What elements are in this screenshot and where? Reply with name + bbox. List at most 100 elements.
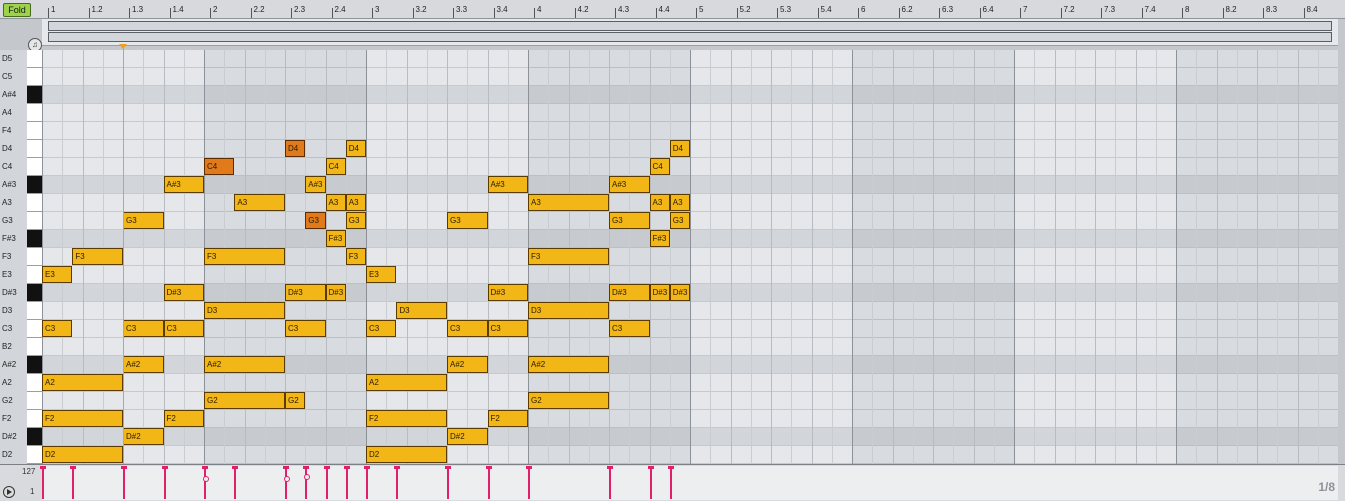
velocity-marker[interactable]	[396, 468, 399, 499]
midi-note[interactable]: G3	[123, 212, 164, 229]
loop-brace[interactable]	[48, 21, 1332, 31]
piano-key-a4[interactable]	[27, 104, 42, 122]
midi-note[interactable]: A3	[234, 194, 285, 211]
velocity-marker[interactable]	[528, 468, 530, 499]
velocity-marker[interactable]	[204, 468, 206, 499]
midi-note[interactable]: F#3	[325, 230, 346, 247]
velocity-handle[interactable]	[40, 466, 46, 469]
midi-note[interactable]: A2	[366, 374, 447, 391]
midi-note[interactable]: D#3	[649, 284, 670, 301]
midi-note[interactable]: C3	[123, 320, 164, 337]
midi-note[interactable]: G3	[305, 212, 326, 229]
midi-note[interactable]: D3	[396, 302, 447, 319]
note-grid[interactable]: D5 C5 A#4 A4 F4 D4 C4 A#3 A3 G3 F#3 F3 E3 D#3 D3 C3 B2 A#…	[0, 50, 1345, 464]
piano-key-dsharp2[interactable]	[27, 428, 42, 446]
piano-key-d2[interactable]	[27, 446, 42, 464]
midi-note[interactable]: D4	[285, 140, 306, 157]
midi-note[interactable]: G2	[285, 392, 306, 409]
midi-note[interactable]: A#2	[447, 356, 488, 373]
piano-key-e3[interactable]	[27, 266, 42, 284]
piano-key-f3[interactable]	[27, 248, 42, 266]
piano-key-g3[interactable]	[27, 212, 42, 230]
velocity-marker[interactable]	[325, 468, 328, 499]
midi-note[interactable]: C3	[163, 320, 204, 337]
midi-note[interactable]: G3	[447, 212, 488, 229]
midi-note[interactable]: D#2	[447, 428, 488, 445]
midi-note[interactable]: D#3	[609, 284, 650, 301]
playhead-marker-icon[interactable]	[119, 44, 127, 49]
midi-note[interactable]: A#3	[487, 176, 528, 193]
piano-key-c4[interactable]	[27, 158, 42, 176]
midi-note[interactable]: A#2	[123, 356, 164, 373]
midi-note[interactable]: F2	[487, 410, 528, 427]
midi-note[interactable]: A#3	[305, 176, 326, 193]
velocity-marker[interactable]	[42, 468, 44, 499]
velocity-marker[interactable]	[285, 468, 287, 499]
velocity-marker[interactable]	[487, 468, 490, 499]
velocity-handle[interactable]	[343, 466, 350, 469]
velocity-handle[interactable]	[526, 466, 532, 469]
velocity-marker[interactable]	[669, 468, 672, 499]
velocity-marker[interactable]	[123, 468, 125, 499]
velocity-handle[interactable]	[70, 466, 77, 469]
midi-note[interactable]: C3	[366, 320, 397, 337]
velocity-handle[interactable]	[607, 466, 613, 469]
midi-note[interactable]: D#3	[285, 284, 326, 301]
midi-note[interactable]: F3	[72, 248, 123, 265]
loop-brace-area[interactable]	[42, 19, 1338, 46]
velocity-handle[interactable]	[202, 466, 208, 469]
midi-note[interactable]: D#2	[123, 428, 164, 445]
midi-note[interactable]: F3	[528, 248, 609, 265]
midi-note[interactable]: F2	[163, 410, 204, 427]
velocity-handle[interactable]	[445, 466, 451, 469]
piano-key-asharp2[interactable]	[27, 356, 42, 374]
piano-key-f2[interactable]	[27, 410, 42, 428]
velocity-handle[interactable]	[323, 466, 330, 469]
midi-note[interactable]: D2	[42, 446, 123, 463]
midi-note[interactable]: A3	[325, 194, 346, 211]
velocity-handle[interactable]	[364, 466, 370, 469]
piano-key-a3[interactable]	[27, 194, 42, 212]
piano-keyboard[interactable]: D5 C5 A#4 A4 F4 D4 C4 A#3 A3 G3 F#3 F3 E3 D#3 D3 C3 B2 A#…	[0, 50, 42, 464]
piano-key-f4[interactable]	[27, 122, 42, 140]
midi-note[interactable]: D#3	[669, 284, 690, 301]
velocity-handle[interactable]	[121, 466, 127, 469]
note-lanes[interactable]: E3 C3 A2 F2 D2 F3 G3 C3 A#2 D#2 A#3 D#3 C3 F2 C4 F3 D3 A#…	[42, 50, 1338, 464]
midi-note[interactable]: D#3	[487, 284, 528, 301]
midi-note[interactable]: C4	[204, 158, 235, 175]
midi-note[interactable]: A3	[669, 194, 690, 211]
midi-note[interactable]: D4	[345, 140, 366, 157]
midi-note[interactable]: F3	[204, 248, 285, 265]
velocity-handle[interactable]	[232, 466, 239, 469]
velocity-handle[interactable]	[283, 466, 289, 469]
piano-key-fsharp3[interactable]	[27, 230, 42, 248]
velocity-handle[interactable]	[161, 466, 168, 469]
piano-key-c5[interactable]	[27, 68, 42, 86]
midi-note[interactable]: D3	[528, 302, 609, 319]
piano-key-g2[interactable]	[27, 392, 42, 410]
velocity-lane[interactable]	[40, 466, 1338, 500]
midi-note[interactable]: A#3	[609, 176, 650, 193]
playhead[interactable]	[123, 44, 124, 496]
velocity-handle[interactable]	[647, 466, 654, 469]
piano-key-d5[interactable]	[27, 50, 42, 68]
midi-note[interactable]: F#3	[649, 230, 670, 247]
play-circle-icon[interactable]	[3, 486, 15, 498]
midi-note[interactable]: G2	[204, 392, 285, 409]
midi-note[interactable]: F3	[345, 248, 366, 265]
piano-key-asharp3[interactable]	[27, 176, 42, 194]
midi-note[interactable]: E3	[42, 266, 73, 283]
velocity-dot[interactable]	[304, 474, 311, 480]
midi-note[interactable]: G3	[669, 212, 690, 229]
midi-note[interactable]: D2	[366, 446, 447, 463]
midi-note[interactable]: A#3	[163, 176, 204, 193]
midi-note[interactable]: G3	[345, 212, 366, 229]
velocity-marker[interactable]	[305, 468, 308, 499]
velocity-dot[interactable]	[203, 476, 209, 482]
velocity-marker[interactable]	[609, 468, 611, 499]
velocity-handle[interactable]	[303, 466, 310, 469]
midi-note[interactable]: A2	[42, 374, 123, 391]
velocity-marker[interactable]	[163, 468, 166, 499]
midi-note[interactable]: D4	[669, 140, 690, 157]
midi-note[interactable]: C3	[609, 320, 650, 337]
